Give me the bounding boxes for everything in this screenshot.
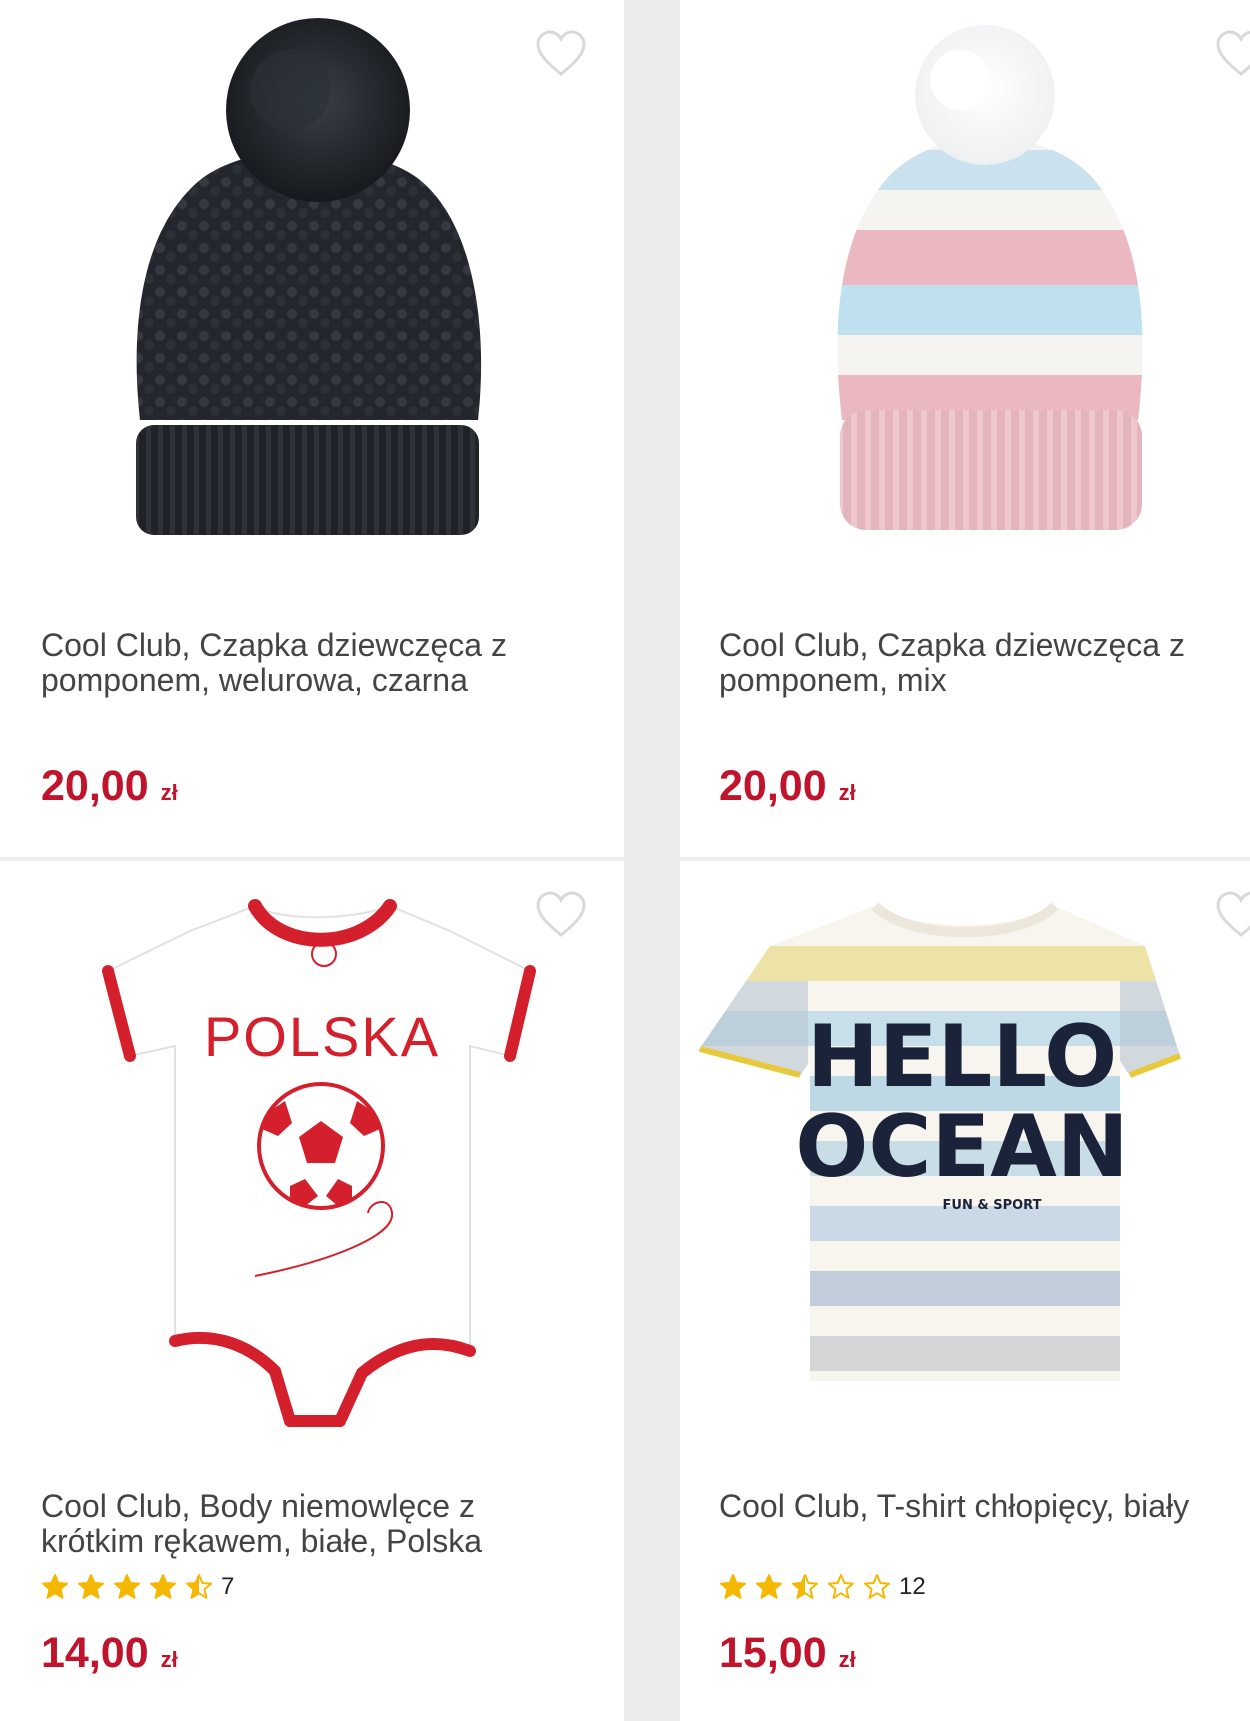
- product-title[interactable]: Cool Club, T-shirt chłopięcy, biały: [719, 1489, 1239, 1524]
- add-to-favorites-button[interactable]: [535, 30, 587, 78]
- product-image[interactable]: HELLO OCEAN FUN & SPORT: [680, 861, 1250, 1461]
- price-currency: zł: [838, 1647, 856, 1672]
- product-title[interactable]: Cool Club, Czapka dziewczęca z pomponem,…: [719, 628, 1239, 698]
- tshirt-print-text-1: HELLO: [807, 1007, 1117, 1107]
- tshirt-print-text-3: FUN & SPORT: [943, 1198, 1042, 1213]
- add-to-favorites-button[interactable]: [1215, 891, 1250, 939]
- heart-outline-icon: [536, 891, 586, 937]
- product-title[interactable]: Cool Club, Czapka dziewczęca z pomponem,…: [41, 628, 581, 698]
- price-amount: 14,00: [41, 1629, 149, 1677]
- product-rating: 7: [41, 1569, 234, 1605]
- price-amount: 20,00: [719, 762, 827, 810]
- star-half-icon: [186, 1574, 212, 1599]
- product-image[interactable]: [0, 0, 624, 600]
- product-card[interactable]: Cool Club, Czapka dziewczęca z pomponem,…: [680, 0, 1250, 857]
- bodysuit-print-text: POLSKA: [204, 1005, 440, 1068]
- product-price: 20,00 zł: [41, 762, 178, 811]
- star-half-icon: [792, 1574, 818, 1599]
- star-empty-icon: [864, 1574, 890, 1599]
- hello-ocean-tshirt-image: HELLO OCEAN FUN & SPORT: [698, 902, 1182, 1381]
- black-knit-hat-image: [136, 18, 482, 535]
- star-full-icon: [78, 1574, 104, 1599]
- add-to-favorites-button[interactable]: [1215, 30, 1250, 78]
- product-image[interactable]: POLSKA: [0, 861, 624, 1461]
- star-empty-icon: [828, 1574, 854, 1599]
- star-full-icon: [150, 1574, 176, 1599]
- product-card[interactable]: Cool Club, Czapka dziewczęca z pomponem,…: [0, 0, 624, 857]
- product-card[interactable]: HELLO OCEAN FUN & SPORT Cool Club, T-shi…: [680, 861, 1250, 1721]
- product-rating: 12: [719, 1569, 926, 1605]
- price-currency: zł: [160, 1647, 178, 1672]
- tshirt-print-text-2: OCEAN: [795, 1097, 1129, 1197]
- price-currency: zł: [160, 780, 178, 805]
- rating-count: 7: [221, 1573, 235, 1600]
- product-title[interactable]: Cool Club, Body niemowlęce z krótkim ręk…: [41, 1489, 581, 1559]
- star-full-icon: [114, 1574, 140, 1599]
- price-amount: 15,00: [719, 1629, 827, 1677]
- heart-outline-icon: [1216, 30, 1250, 76]
- product-price: 15,00 zł: [719, 1629, 856, 1678]
- product-price: 20,00 zł: [719, 762, 856, 811]
- price-currency: zł: [838, 780, 856, 805]
- product-price: 14,00 zł: [41, 1629, 178, 1678]
- product-card[interactable]: POLSKA Cool Club, Body niemowlęce z krót…: [0, 861, 624, 1721]
- polska-bodysuit-image: POLSKA: [102, 899, 536, 1427]
- star-full-icon: [756, 1574, 782, 1599]
- rating-stars: [41, 1573, 213, 1601]
- pastel-striped-hat-image: [837, 25, 1143, 530]
- price-amount: 20,00: [41, 762, 149, 810]
- heart-outline-icon: [1216, 891, 1250, 937]
- add-to-favorites-button[interactable]: [535, 891, 587, 939]
- rating-stars: [719, 1573, 891, 1601]
- rating-count: 12: [899, 1573, 926, 1600]
- star-full-icon: [720, 1574, 746, 1599]
- heart-outline-icon: [536, 30, 586, 76]
- product-image[interactable]: [680, 0, 1250, 600]
- star-full-icon: [42, 1574, 68, 1599]
